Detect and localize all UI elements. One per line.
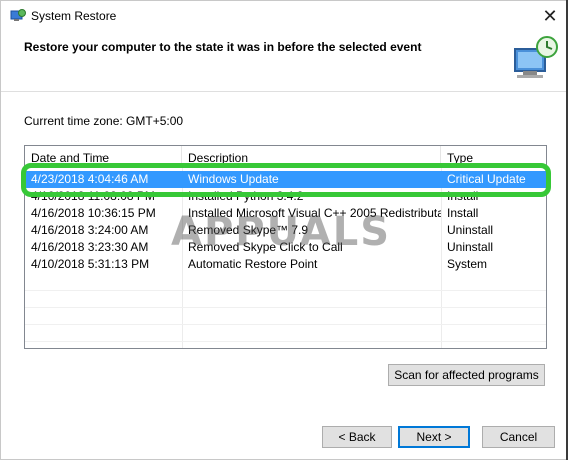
system-restore-app-icon xyxy=(10,9,26,21)
window-title: System Restore xyxy=(31,9,117,23)
selection-highlight-ring xyxy=(21,163,551,197)
row-date: 4/10/2018 5:31:13 PM xyxy=(31,257,150,271)
table-row[interactable]: 4/10/2018 5:31:13 PM Automatic Restore P… xyxy=(25,256,546,273)
row-divider xyxy=(25,290,546,291)
page-heading: Restore your computer to the state it wa… xyxy=(24,40,422,54)
row-date: 4/16/2018 3:24:00 AM xyxy=(31,223,149,237)
close-icon: ✕ xyxy=(542,5,558,26)
row-description: Automatic Restore Point xyxy=(188,257,318,271)
title-bar: System Restore ✕ xyxy=(1,1,567,31)
header-divider xyxy=(1,91,567,92)
watermark: APPUALS xyxy=(171,209,392,255)
next-button[interactable]: Next > xyxy=(398,426,470,448)
row-date: 4/16/2018 3:23:30 AM xyxy=(31,240,149,254)
row-type: Install xyxy=(447,206,479,220)
row-date: 4/16/2018 10:36:15 PM xyxy=(31,206,156,220)
row-type: Uninstall xyxy=(447,240,494,254)
back-button[interactable]: < Back xyxy=(322,426,392,448)
row-divider xyxy=(25,341,546,342)
close-button[interactable]: ✕ xyxy=(533,1,567,31)
row-type: System xyxy=(447,257,488,271)
current-time-zone: Current time zone: GMT+5:00 xyxy=(24,114,184,128)
row-type: Uninstall xyxy=(447,223,494,237)
row-divider xyxy=(25,324,546,325)
cancel-button[interactable]: Cancel xyxy=(482,426,555,448)
system-restore-header-icon xyxy=(514,36,558,78)
scan-affected-programs-button[interactable]: Scan for affected programs xyxy=(388,364,545,386)
system-restore-window: System Restore ✕ Restore your computer t… xyxy=(0,0,568,460)
row-divider xyxy=(25,307,546,308)
